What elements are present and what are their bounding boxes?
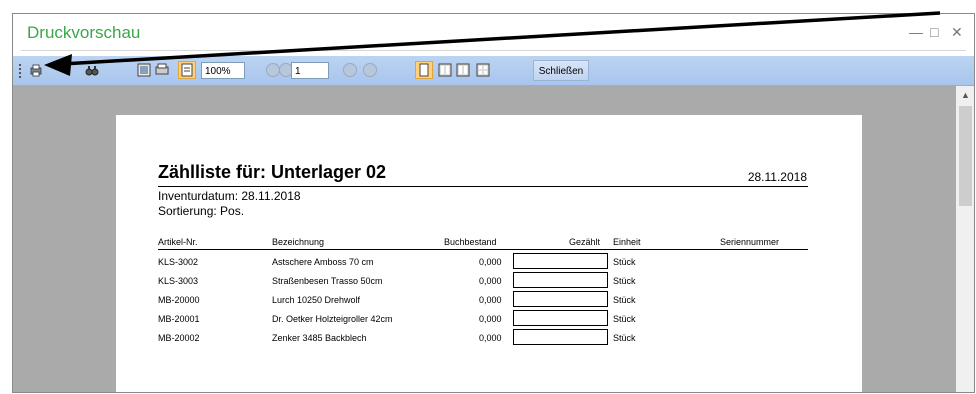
report-page: Zählliste für: Unterlager 02 28.11.2018 … bbox=[116, 115, 862, 392]
page-setup-button[interactable] bbox=[178, 61, 196, 79]
one-page-view-button[interactable] bbox=[415, 61, 433, 79]
header-article-no: Artikel-Nr. bbox=[158, 237, 198, 247]
one-page-view-icon bbox=[419, 63, 429, 77]
cell-description: Dr. Oetker Holzteigroller 42cm bbox=[272, 314, 393, 324]
cell-stock: 0,000 bbox=[479, 333, 502, 343]
minimize-button[interactable]: — bbox=[909, 24, 923, 40]
report-date: 28.11.2018 bbox=[747, 170, 807, 184]
zoom-field[interactable]: 100% bbox=[201, 62, 245, 79]
close-preview-button[interactable]: Schließen bbox=[533, 60, 589, 81]
print-button[interactable] bbox=[29, 63, 43, 77]
cell-unit: Stück bbox=[613, 295, 636, 305]
cell-article-no: KLS-3003 bbox=[158, 276, 199, 286]
header-description: Bezeichnung bbox=[272, 237, 325, 247]
table-row: KLS-3002 Astschere Amboss 70 cm 0,000 St… bbox=[116, 253, 862, 271]
counted-box bbox=[513, 291, 608, 307]
title-bar: Druckvorschau — □ ✕ bbox=[13, 14, 974, 54]
inventory-date: Inventurdatum: 28.11.2018 bbox=[158, 189, 301, 203]
maximize-button[interactable]: □ bbox=[930, 24, 938, 40]
cell-unit: Stück bbox=[613, 314, 636, 324]
cell-article-no: MB-20000 bbox=[158, 295, 200, 305]
cell-description: Lurch 10250 Drehwolf bbox=[272, 295, 361, 305]
cell-description: Straßenbesen Trasso 50cm bbox=[272, 276, 383, 286]
cell-stock: 0,000 bbox=[479, 276, 502, 286]
four-page-view-button[interactable] bbox=[456, 63, 470, 77]
table-row: MB-20000 Lurch 10250 Drehwolf 0,000 Stüc… bbox=[116, 291, 862, 309]
page-setup-icon bbox=[181, 63, 193, 77]
report-title: Zählliste für: Unterlager 02 bbox=[158, 162, 387, 182]
single-page-icon bbox=[137, 63, 151, 77]
next-page-button[interactable] bbox=[343, 63, 357, 77]
header-counted: Gezählt bbox=[569, 237, 601, 247]
table-row: MB-20002 Zenker 3485 Backblech 0,000 Stü… bbox=[116, 329, 862, 347]
find-button[interactable] bbox=[85, 63, 99, 77]
header-serial: Seriennummer bbox=[720, 237, 780, 247]
printer-setup-button[interactable] bbox=[155, 63, 169, 77]
find-icon bbox=[85, 66, 99, 76]
table-row: MB-20001 Dr. Oetker Holzteigroller 42cm … bbox=[116, 310, 862, 328]
cell-article-no: KLS-3002 bbox=[158, 257, 199, 267]
cell-unit: Stück bbox=[613, 333, 636, 343]
cell-unit: Stück bbox=[613, 276, 636, 286]
two-page-view-icon bbox=[438, 63, 452, 77]
cell-article-no: MB-20001 bbox=[158, 314, 200, 324]
close-window-button[interactable]: ✕ bbox=[951, 24, 963, 41]
multi-page-view-button[interactable] bbox=[476, 63, 490, 77]
preview-area[interactable]: Zählliste für: Unterlager 02 28.11.2018 … bbox=[13, 86, 956, 392]
first-page-button[interactable] bbox=[266, 63, 280, 77]
sort-order: Sortierung: Pos. bbox=[158, 204, 245, 218]
counted-box bbox=[513, 253, 608, 269]
title-separator bbox=[21, 50, 966, 51]
print-icon bbox=[30, 64, 42, 77]
counted-box bbox=[513, 329, 608, 345]
cell-description: Zenker 3485 Backblech bbox=[272, 333, 367, 343]
cell-article-no: MB-20002 bbox=[158, 333, 200, 343]
header-underline bbox=[158, 249, 808, 250]
four-page-view-icon bbox=[456, 63, 470, 77]
multi-page-view-icon bbox=[476, 63, 490, 77]
printer-setup-icon bbox=[155, 63, 169, 75]
cell-stock: 0,000 bbox=[479, 314, 502, 324]
vertical-scrollbar[interactable]: ▲ bbox=[956, 86, 974, 392]
preview-toolbar: 100% 1 Schließen bbox=[13, 56, 974, 86]
cell-stock: 0,000 bbox=[479, 295, 502, 305]
header-stock: Buchbestand bbox=[444, 237, 497, 247]
counted-box bbox=[513, 272, 608, 288]
window-title: Druckvorschau bbox=[27, 23, 141, 42]
table-row: KLS-3003 Straßenbesen Trasso 50cm 0,000 … bbox=[116, 272, 862, 290]
counted-box bbox=[513, 310, 608, 326]
two-page-view-button[interactable] bbox=[438, 63, 452, 77]
page-number-field[interactable]: 1 bbox=[291, 62, 329, 79]
title-underline bbox=[158, 186, 808, 187]
cell-unit: Stück bbox=[613, 257, 636, 267]
last-page-button[interactable] bbox=[363, 63, 377, 77]
print-preview-window: Druckvorschau — □ ✕ 100% 1 Schließen Zäh… bbox=[12, 13, 975, 393]
single-page-button[interactable] bbox=[137, 63, 151, 77]
scroll-up-icon[interactable]: ▲ bbox=[956, 86, 974, 104]
cell-stock: 0,000 bbox=[479, 257, 502, 267]
toolbar-grip[interactable] bbox=[19, 64, 23, 78]
cell-description: Astschere Amboss 70 cm bbox=[272, 257, 374, 267]
scroll-thumb[interactable] bbox=[959, 106, 972, 206]
header-unit: Einheit bbox=[613, 237, 641, 247]
